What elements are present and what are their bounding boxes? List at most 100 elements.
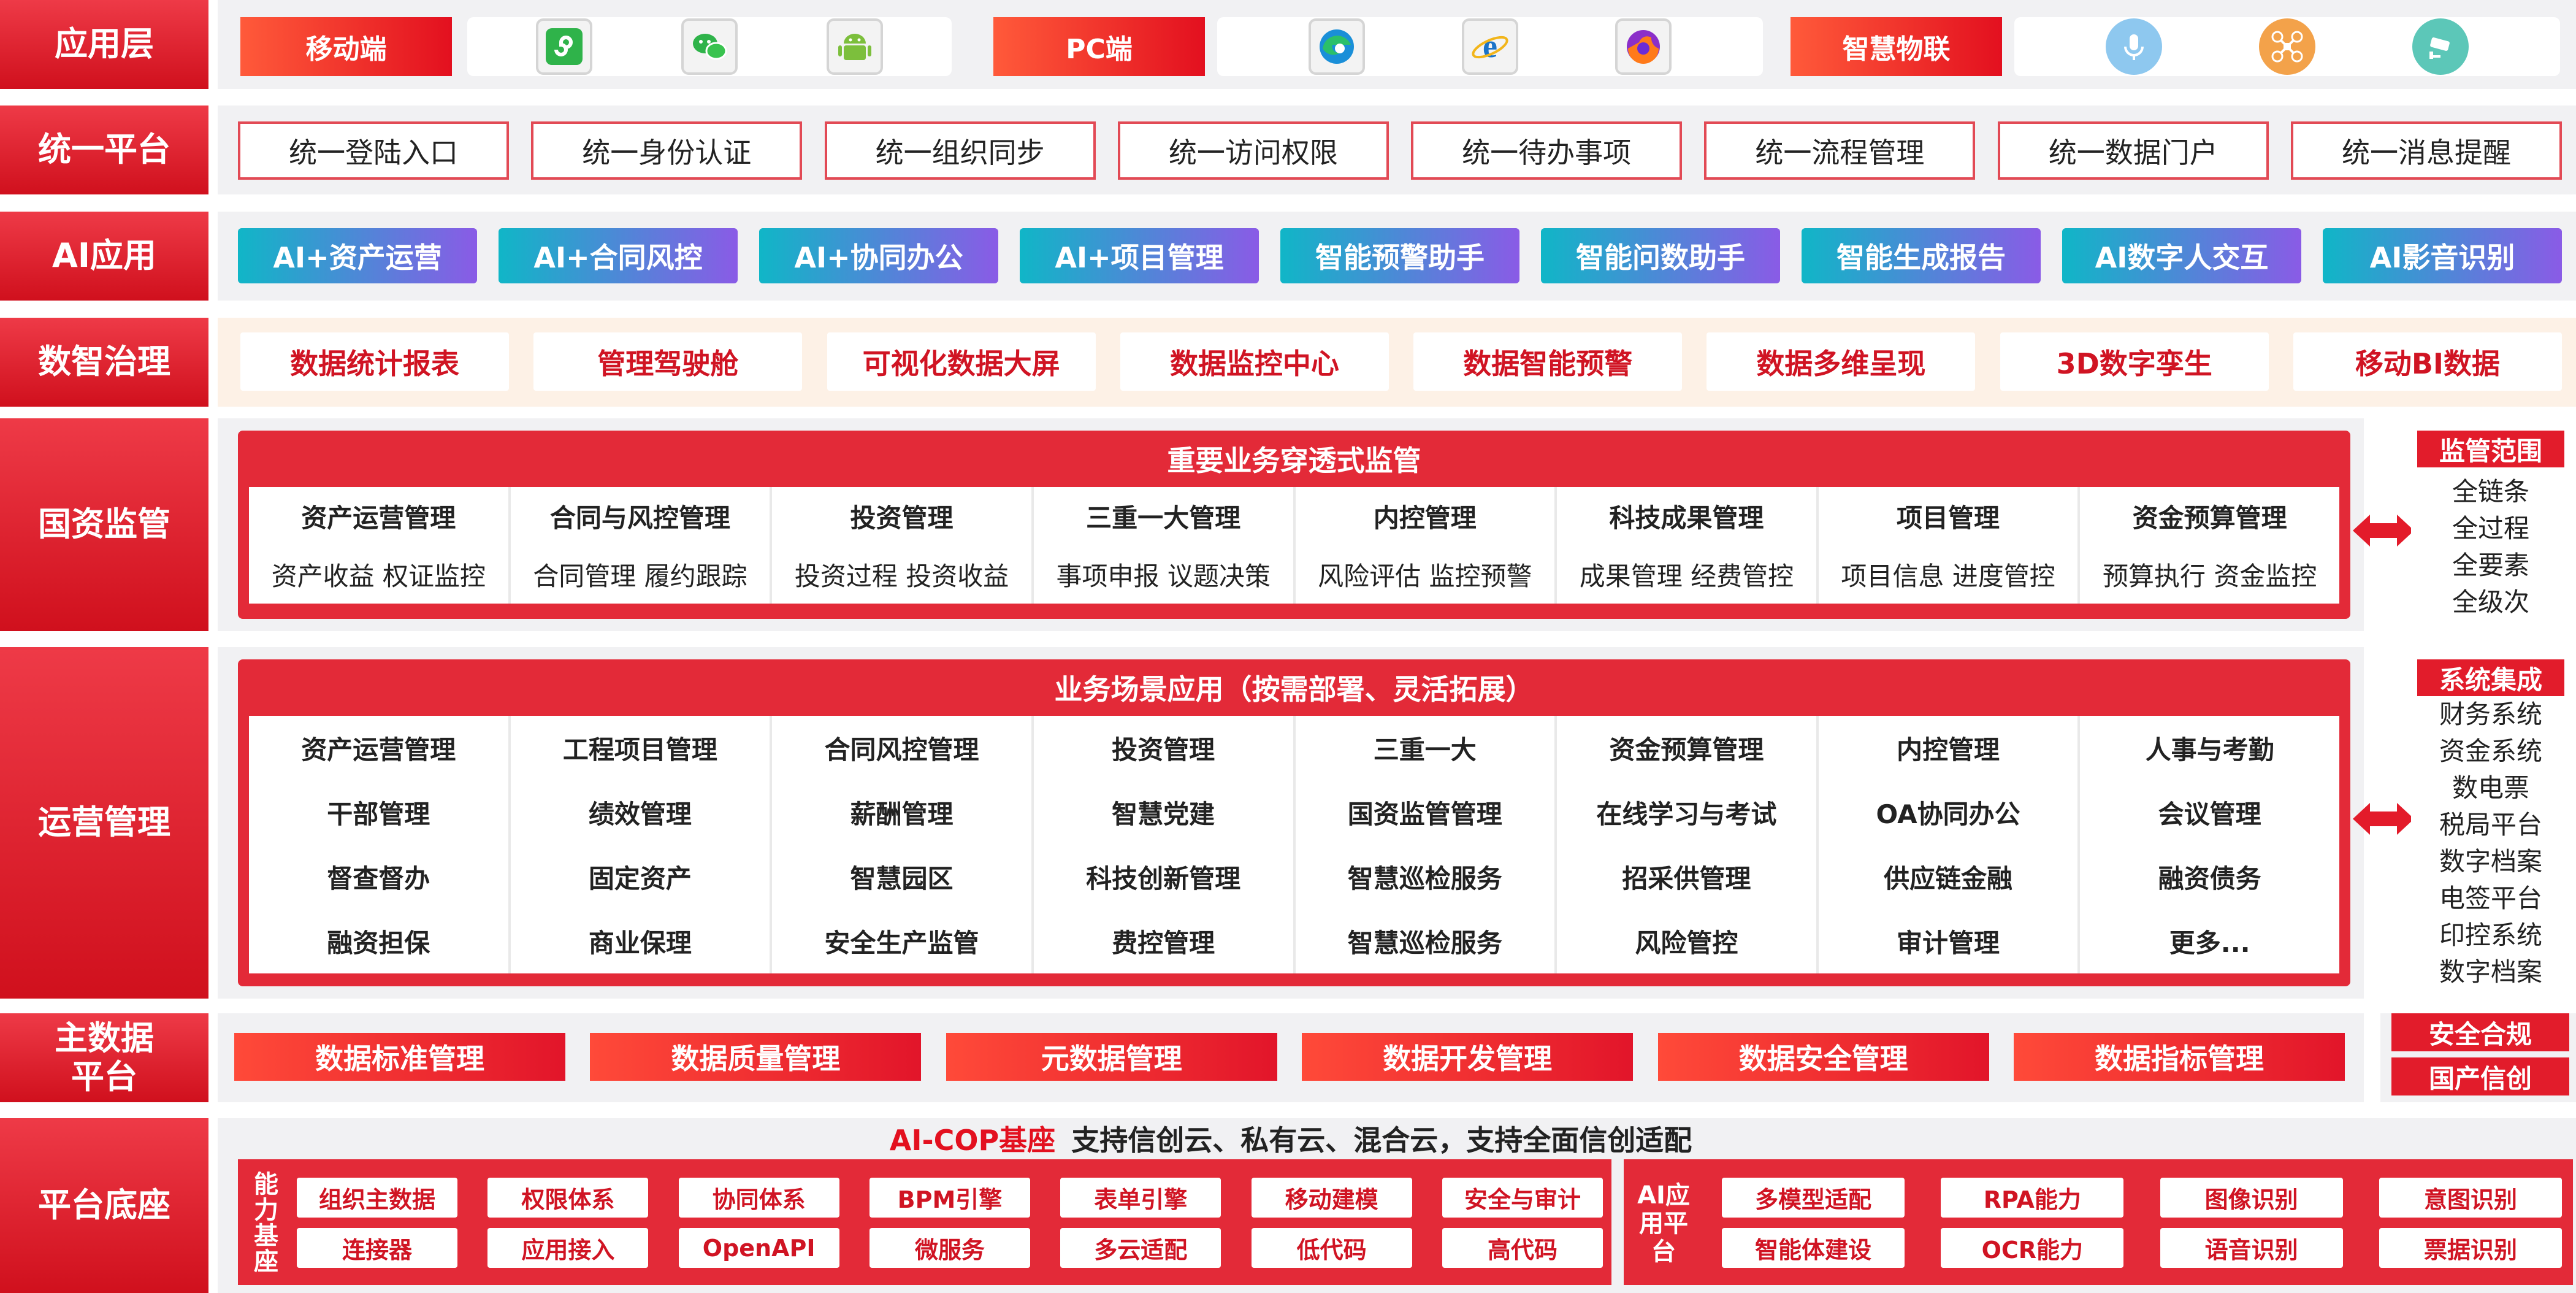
gov-monitoring-center[interactable]: 数据监控中心 [1120, 332, 1389, 391]
supervision-col-name[interactable]: 内控管理 [1296, 487, 1555, 545]
gov-statistics-reports[interactable]: 数据统计报表 [240, 332, 509, 391]
md-indicators[interactable]: 数据指标管理 [2013, 1033, 2345, 1081]
ai-speech-recognition[interactable]: 语音识别 [2160, 1228, 2343, 1268]
cap-mobile-modeling[interactable]: 移动建模 [1251, 1178, 1412, 1218]
operations-item[interactable]: 智慧党建 [1034, 780, 1293, 845]
cap-microservices[interactable]: 微服务 [869, 1228, 1030, 1268]
operations-item[interactable]: 招采供管理 [1557, 845, 1816, 909]
wechat-icon[interactable] [681, 18, 738, 75]
operations-item[interactable]: 人事与考勤 [2080, 716, 2339, 780]
supervision-col-name[interactable]: 项目管理 [1819, 487, 2078, 545]
cap-permission-system[interactable]: 权限体系 [487, 1178, 649, 1218]
ai-asset-operations[interactable]: AI+资产运营 [238, 228, 477, 283]
supervision-col-name[interactable]: 科技成果管理 [1557, 487, 1816, 545]
ai-contract-risk[interactable]: AI+合同风控 [499, 228, 738, 283]
operations-item[interactable]: 更多... [2080, 909, 2339, 973]
mini-program-icon[interactable] [536, 18, 593, 75]
firefox-icon[interactable] [1615, 18, 1672, 75]
cap-high-code[interactable]: 高代码 [1442, 1228, 1603, 1268]
cap-multi-cloud[interactable]: 多云适配 [1060, 1228, 1221, 1268]
cap-collaboration-system[interactable]: 协同体系 [678, 1178, 839, 1218]
operations-item[interactable]: 工程项目管理 [511, 716, 770, 780]
supervision-col-name[interactable]: 投资管理 [772, 487, 1031, 545]
operations-item[interactable]: 融资担保 [249, 909, 508, 973]
cap-security-audit[interactable]: 安全与审计 [1442, 1178, 1603, 1218]
android-icon[interactable] [826, 18, 883, 75]
unified-data-portal[interactable]: 统一数据门户 [1997, 121, 2269, 180]
cap-bpm-engine[interactable]: BPM引擎 [869, 1178, 1030, 1218]
ai-collaborative-office[interactable]: AI+协同办公 [759, 228, 998, 283]
md-metadata[interactable]: 元数据管理 [946, 1033, 1277, 1081]
md-standards[interactable]: 数据标准管理 [234, 1033, 565, 1081]
operations-item[interactable]: 风险管控 [1557, 909, 1816, 973]
operations-item[interactable]: 供应链金融 [1819, 845, 2078, 909]
operations-item[interactable]: 费控管理 [1034, 909, 1293, 973]
cap-openapi[interactable]: OpenAPI [678, 1228, 839, 1268]
operations-item[interactable]: 国资监管管理 [1296, 780, 1555, 845]
ai-invoice-recognition[interactable]: 票据识别 [2379, 1228, 2562, 1268]
operations-item[interactable]: 资产运营管理 [249, 716, 508, 780]
unified-org-sync[interactable]: 统一组织同步 [824, 121, 1096, 180]
operations-item[interactable]: 固定资产 [511, 845, 770, 909]
operations-item[interactable]: 融资债务 [2080, 845, 2339, 909]
supervision-col-name[interactable]: 资金预算管理 [2080, 487, 2339, 545]
unified-todo-items[interactable]: 统一待办事项 [1411, 121, 1683, 180]
gov-3d-digital-twin[interactable]: 3D数字孪生 [2000, 332, 2269, 391]
camera-icon[interactable] [2412, 18, 2469, 75]
supervision-col-name[interactable]: 合同与风控管理 [511, 487, 770, 545]
operations-item[interactable]: 资金预算管理 [1557, 716, 1816, 780]
operations-item[interactable]: 审计管理 [1819, 909, 2078, 973]
ai-project-management[interactable]: AI+项目管理 [1020, 228, 1259, 283]
operations-item[interactable]: 薪酬管理 [772, 780, 1031, 845]
ai-digital-human[interactable]: AI数字人交互 [2062, 228, 2301, 283]
operations-item[interactable]: 在线学习与考试 [1557, 780, 1816, 845]
ai-audio-video-recognition[interactable]: AI影音识别 [2323, 228, 2562, 283]
gov-management-cockpit[interactable]: 管理驾驶舱 [533, 332, 803, 391]
md-security[interactable]: 数据安全管理 [1657, 1033, 1989, 1081]
smart-report-generation[interactable]: 智能生成报告 [1802, 228, 2041, 283]
ai-agent-building[interactable]: 智能体建设 [1722, 1228, 1905, 1268]
gov-mobile-bi[interactable]: 移动BI数据 [2293, 332, 2562, 391]
operations-item[interactable]: 督查督办 [249, 845, 508, 909]
cap-form-engine[interactable]: 表单引擎 [1060, 1178, 1221, 1218]
unified-login-entry[interactable]: 统一登陆入口 [238, 121, 509, 180]
unified-process-management[interactable]: 统一流程管理 [1704, 121, 1976, 180]
cap-connector[interactable]: 连接器 [297, 1228, 457, 1268]
unified-access-permission[interactable]: 统一访问权限 [1117, 121, 1389, 180]
operations-item[interactable]: 合同风控管理 [772, 716, 1031, 780]
operations-item[interactable]: 三重一大 [1296, 716, 1555, 780]
operations-item[interactable]: 智慧巡检服务 [1296, 909, 1555, 973]
operations-item[interactable]: 投资管理 [1034, 716, 1293, 780]
smart-data-query-assistant[interactable]: 智能问数助手 [1541, 228, 1780, 283]
ie-browser-icon[interactable]: e [1462, 18, 1518, 75]
gov-smart-alert[interactable]: 数据智能预警 [1413, 332, 1683, 391]
cap-org-master-data[interactable]: 组织主数据 [297, 1178, 457, 1218]
microphone-icon[interactable] [2106, 18, 2162, 75]
operations-item[interactable]: 绩效管理 [511, 780, 770, 845]
supervision-col-name[interactable]: 三重一大管理 [1034, 487, 1293, 545]
unified-identity-auth[interactable]: 统一身份认证 [531, 121, 803, 180]
cap-low-code[interactable]: 低代码 [1251, 1228, 1412, 1268]
operations-item[interactable]: 商业保理 [511, 909, 770, 973]
operations-item[interactable]: 智慧巡检服务 [1296, 845, 1555, 909]
drone-icon[interactable] [2259, 18, 2315, 75]
ai-ocr-capability[interactable]: OCR能力 [1941, 1228, 2124, 1268]
operations-item[interactable]: OA协同办公 [1819, 780, 2078, 845]
md-development[interactable]: 数据开发管理 [1302, 1033, 1634, 1081]
operations-item[interactable]: 安全生产监管 [772, 909, 1031, 973]
ai-multi-model-adapter[interactable]: 多模型适配 [1722, 1178, 1905, 1218]
operations-item[interactable]: 智慧园区 [772, 845, 1031, 909]
operations-item[interactable]: 会议管理 [2080, 780, 2339, 845]
ai-image-recognition[interactable]: 图像识别 [2160, 1178, 2343, 1218]
ai-rpa-capability[interactable]: RPA能力 [1941, 1178, 2124, 1218]
cap-app-access[interactable]: 应用接入 [487, 1228, 649, 1268]
smart-alert-assistant[interactable]: 智能预警助手 [1280, 228, 1519, 283]
unified-message-reminder[interactable]: 统一消息提醒 [2290, 121, 2562, 180]
operations-item[interactable]: 干部管理 [249, 780, 508, 845]
edge-browser-icon[interactable] [1309, 18, 1365, 75]
operations-item[interactable]: 科技创新管理 [1034, 845, 1293, 909]
supervision-col-name[interactable]: 资产运营管理 [249, 487, 508, 545]
gov-multidimensional[interactable]: 数据多维呈现 [1707, 332, 1976, 391]
ai-intent-recognition[interactable]: 意图识别 [2379, 1178, 2562, 1218]
gov-visual-big-screen[interactable]: 可视化数据大屏 [827, 332, 1096, 391]
